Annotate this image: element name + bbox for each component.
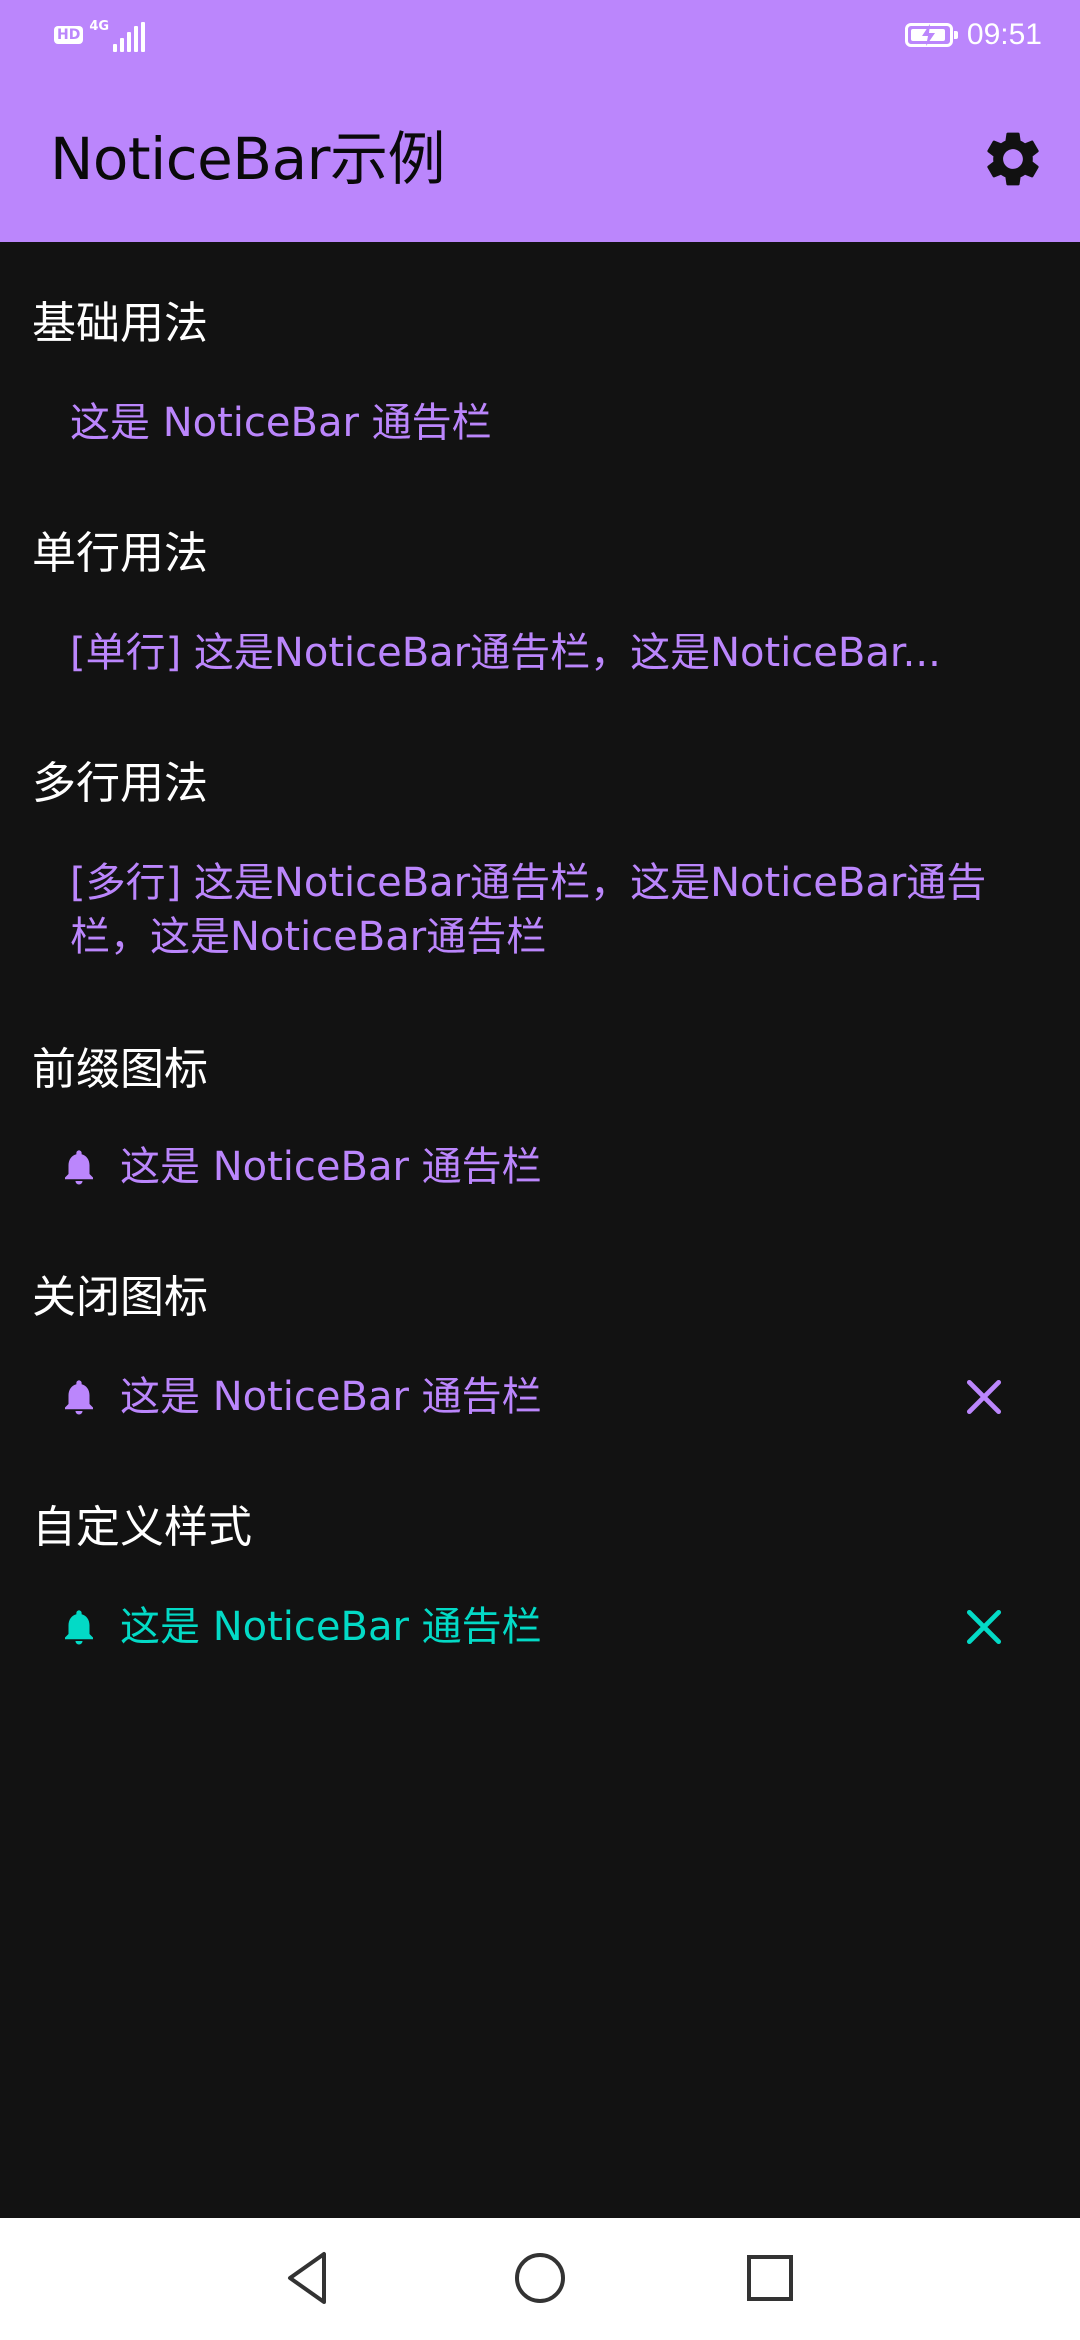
section-title-custom-style: 自定义样式	[32, 1502, 252, 1553]
back-triangle-icon[interactable]	[278, 2246, 342, 2310]
battery-icon	[904, 23, 958, 47]
status-bar: HD 4G 09:51	[0, 0, 1080, 76]
notice-text: [多行] 这是NoticeBar通告栏，这是NoticeBar通告栏，这是Not…	[70, 860, 987, 960]
notice-bar-multi-line[interactable]: [多行] 这是NoticeBar通告栏，这是NoticeBar通告栏，这是Not…	[32, 856, 1048, 964]
notice-text: 这是 NoticeBar 通告栏	[120, 1604, 542, 1650]
close-icon[interactable]	[962, 1605, 1006, 1649]
notice-text: 这是 NoticeBar 通告栏	[120, 1374, 542, 1420]
close-icon[interactable]	[962, 1375, 1006, 1419]
notice-bar-prefix-icon[interactable]: 这是 NoticeBar 通告栏	[32, 1140, 1048, 1194]
notice-bar-close-icon[interactable]: 这是 NoticeBar 通告栏	[32, 1370, 1048, 1424]
screen: HD 4G 09:51 NoticeBar示例 基础用法 这是 NoticeBa…	[0, 0, 1080, 2340]
section-title-close-icon: 关闭图标	[32, 1272, 208, 1323]
notice-text: 这是 NoticeBar 通告栏	[120, 1144, 542, 1190]
notice-text: 这是 NoticeBar 通告栏	[70, 400, 492, 446]
gear-icon[interactable]	[980, 126, 1046, 192]
notice-bar-custom-style[interactable]: 这是 NoticeBar 通告栏	[32, 1600, 1048, 1654]
bell-icon	[65, 1150, 93, 1185]
section-title-prefix-icon: 前缀图标	[32, 1044, 208, 1095]
section-title-single-line: 单行用法	[32, 528, 208, 579]
bell-icon	[65, 1610, 93, 1645]
page-title: NoticeBar示例	[50, 125, 445, 193]
notice-bar-basic[interactable]: 这是 NoticeBar 通告栏	[32, 396, 1048, 450]
network-type: 4G	[89, 19, 110, 34]
system-nav-bar	[0, 2218, 1080, 2340]
notice-text: [单行] 这是NoticeBar通告栏，这是NoticeBar...	[70, 630, 941, 676]
signal-icon	[113, 22, 146, 52]
section-title-multi-line: 多行用法	[32, 758, 208, 809]
app-bar: NoticeBar示例	[0, 76, 1080, 242]
bell-icon	[65, 1380, 93, 1415]
recents-square-icon[interactable]	[738, 2246, 802, 2310]
section-title-basic: 基础用法	[32, 298, 208, 349]
clock: 09:51	[966, 18, 1042, 51]
hd-badge: HD	[54, 26, 84, 44]
status-right: 09:51	[904, 18, 1042, 52]
status-left: HD 4G	[54, 19, 146, 52]
home-circle-icon[interactable]	[508, 2246, 572, 2310]
notice-bar-single-line[interactable]: [单行] 这是NoticeBar通告栏，这是NoticeBar...	[32, 626, 1048, 680]
